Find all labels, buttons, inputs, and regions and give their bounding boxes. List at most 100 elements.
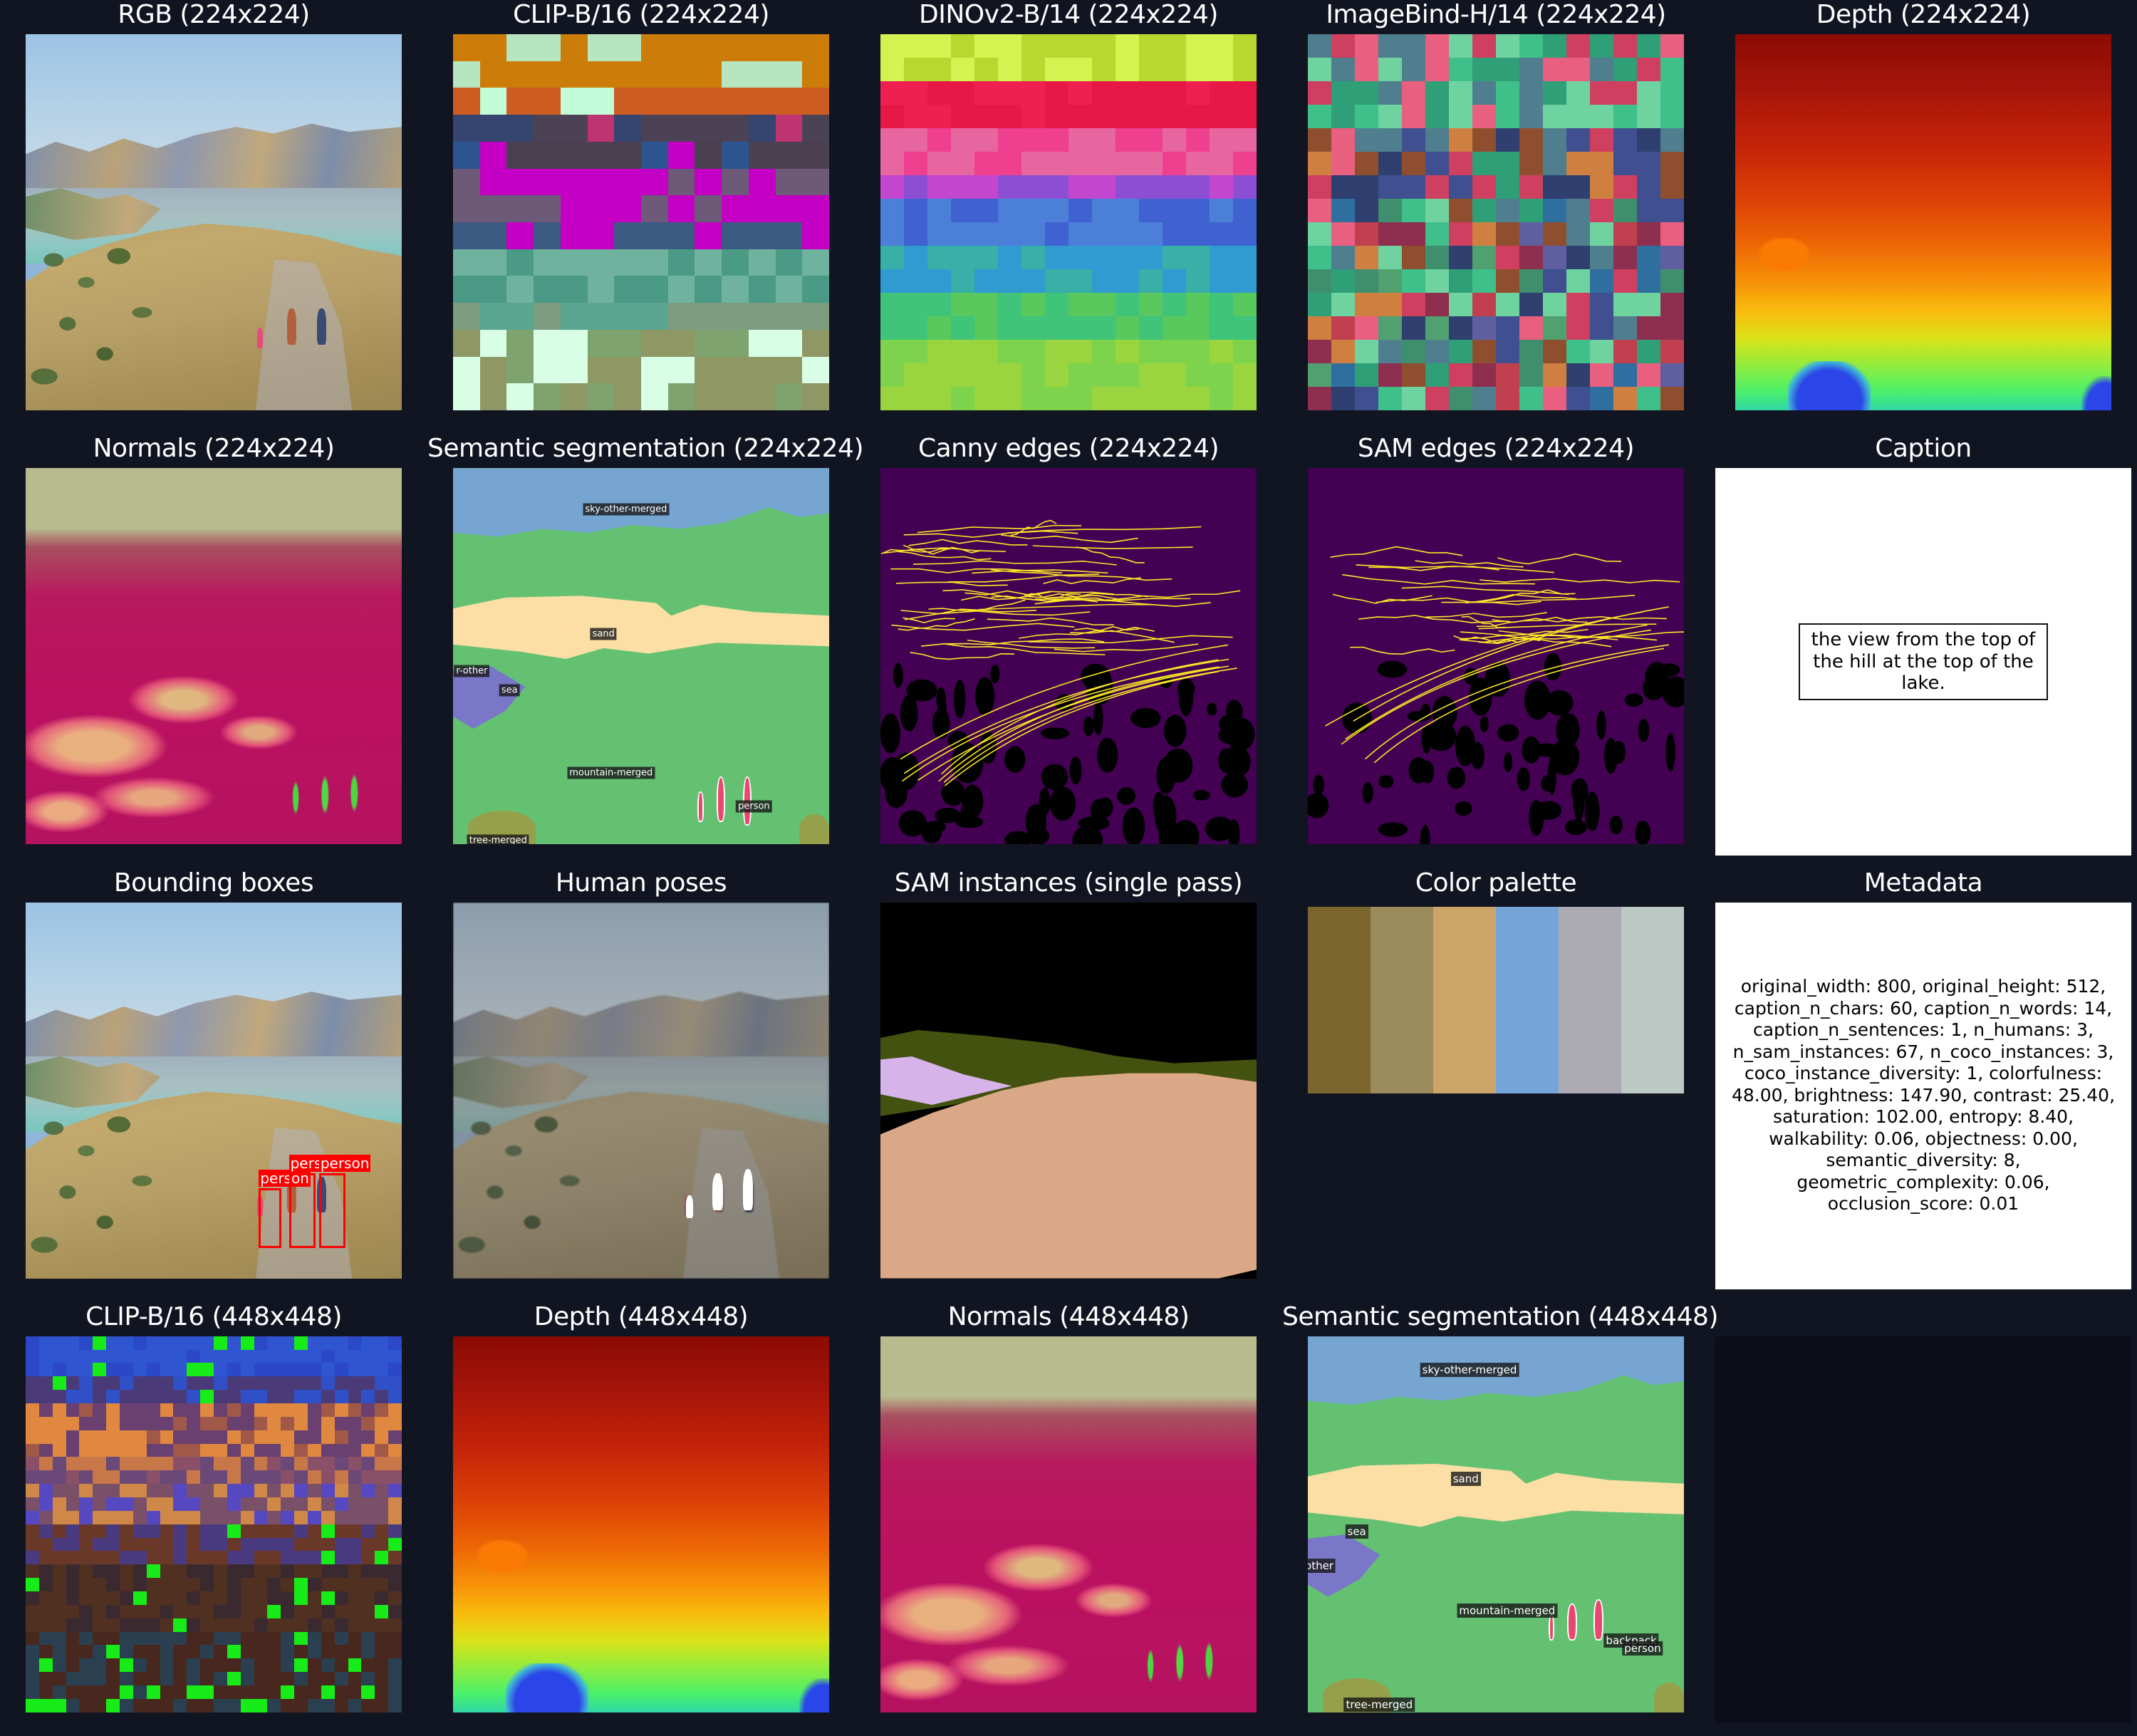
panel-body-poses xyxy=(453,902,829,1279)
patch-cell xyxy=(880,58,904,81)
patch-cell xyxy=(254,1698,268,1712)
patch-cell xyxy=(1092,58,1116,81)
depth-near-region-2 xyxy=(799,1678,829,1712)
patch-cell xyxy=(173,1698,187,1712)
patch-cell xyxy=(187,1443,201,1457)
patch-cell xyxy=(79,1363,93,1377)
patch-cell xyxy=(1472,293,1496,316)
patch-cell xyxy=(1378,246,1402,269)
patch-cell xyxy=(748,383,776,410)
patch-cell xyxy=(1543,105,1566,128)
patch-cell xyxy=(146,1658,160,1673)
patch-cell xyxy=(1566,387,1590,410)
patch-cell xyxy=(66,1604,80,1618)
patch-cell xyxy=(254,1631,268,1646)
patch-cell xyxy=(267,1457,281,1471)
patch-cell xyxy=(1163,105,1186,128)
patch-cell xyxy=(375,1604,389,1618)
patch-cell xyxy=(200,1510,214,1524)
patch-cell xyxy=(1068,128,1092,152)
patch-cell xyxy=(1331,246,1355,269)
patch-cell xyxy=(281,1457,295,1471)
patch-cell xyxy=(1449,363,1472,387)
patch-cell xyxy=(1186,152,1210,175)
patch-cell xyxy=(560,222,588,249)
patch-cell xyxy=(79,1430,93,1444)
patch-cell xyxy=(998,293,1021,316)
patch-cell xyxy=(187,1510,201,1524)
patch-cell xyxy=(214,1645,227,1659)
patch-cell xyxy=(802,383,829,410)
depth-map xyxy=(1735,34,2111,410)
patch-cell xyxy=(1021,152,1045,175)
patch-cell xyxy=(348,1618,362,1632)
patch-cell xyxy=(294,1591,308,1605)
segment-person-1 xyxy=(1548,1614,1555,1641)
patch-cell xyxy=(1590,387,1613,410)
patch-cell xyxy=(214,1698,227,1712)
patch-cell xyxy=(146,1645,160,1659)
patch-cell xyxy=(240,1390,254,1404)
photo-scrub-layer xyxy=(26,1090,259,1279)
patch-cell xyxy=(294,1430,308,1444)
patch-cell xyxy=(26,1618,39,1632)
patch-cell xyxy=(1613,199,1637,222)
patch-cell xyxy=(1449,199,1472,222)
patch-cell xyxy=(951,128,974,152)
patch-cell xyxy=(38,1376,53,1391)
patch-cell xyxy=(227,1390,241,1404)
patch-cell xyxy=(695,61,722,88)
patch-cell xyxy=(1378,199,1402,222)
patch-cell xyxy=(93,1376,107,1391)
patch-cell xyxy=(1163,246,1186,269)
patch-cell xyxy=(998,340,1021,363)
patch-cell xyxy=(348,1685,362,1699)
patch-cell xyxy=(267,1443,281,1457)
patch-cell xyxy=(38,1416,53,1430)
patch-cell xyxy=(132,1578,147,1592)
patch-cell xyxy=(26,1510,39,1524)
patch-cell xyxy=(146,1524,160,1538)
patch-cell xyxy=(66,1497,80,1511)
patch-cell xyxy=(38,1564,53,1579)
patch-cell xyxy=(375,1564,389,1579)
patch-cell xyxy=(146,1484,160,1498)
patch-cell xyxy=(227,1430,241,1444)
patch-cell xyxy=(1472,387,1496,410)
patch-cell xyxy=(93,1390,107,1404)
panel-body-normals-224 xyxy=(26,468,402,845)
patch-cell xyxy=(120,1578,133,1592)
patch-cell xyxy=(348,1510,362,1524)
patch-cell xyxy=(1092,105,1116,128)
patch-cell xyxy=(240,1524,254,1538)
patch-cell xyxy=(641,34,668,61)
patch-cell xyxy=(66,1363,80,1377)
patch-cell xyxy=(254,1390,268,1404)
patch-cell xyxy=(388,1604,402,1618)
patch-cell xyxy=(453,195,480,222)
patch-cell xyxy=(267,1484,281,1498)
patch-cell xyxy=(1163,293,1186,316)
patch-cell xyxy=(951,293,974,316)
panel-title-caption: Caption xyxy=(1875,434,1972,464)
patch-cell xyxy=(534,329,561,357)
patch-cell xyxy=(375,1376,389,1391)
patch-cell xyxy=(227,1658,241,1673)
patch-cell xyxy=(214,1457,227,1471)
patch-cell xyxy=(281,1645,295,1659)
patch-cell xyxy=(321,1698,335,1712)
patch-cell xyxy=(1163,387,1186,410)
patch-cell xyxy=(748,141,776,169)
patch-cell xyxy=(375,1443,389,1457)
patch-cell xyxy=(79,1390,93,1404)
patch-cell xyxy=(348,1645,362,1659)
patch-cell xyxy=(26,1537,39,1552)
patch-cell xyxy=(254,1537,268,1552)
patch-cell xyxy=(1378,34,1402,58)
patch-cell xyxy=(173,1430,187,1444)
patch-cell xyxy=(1566,199,1590,222)
patch-cell xyxy=(1613,340,1637,363)
patch-cell xyxy=(132,1698,147,1712)
panel-clip-448: CLIP-B/16 (448x448) xyxy=(0,1302,427,1736)
patch-cell xyxy=(880,175,904,199)
